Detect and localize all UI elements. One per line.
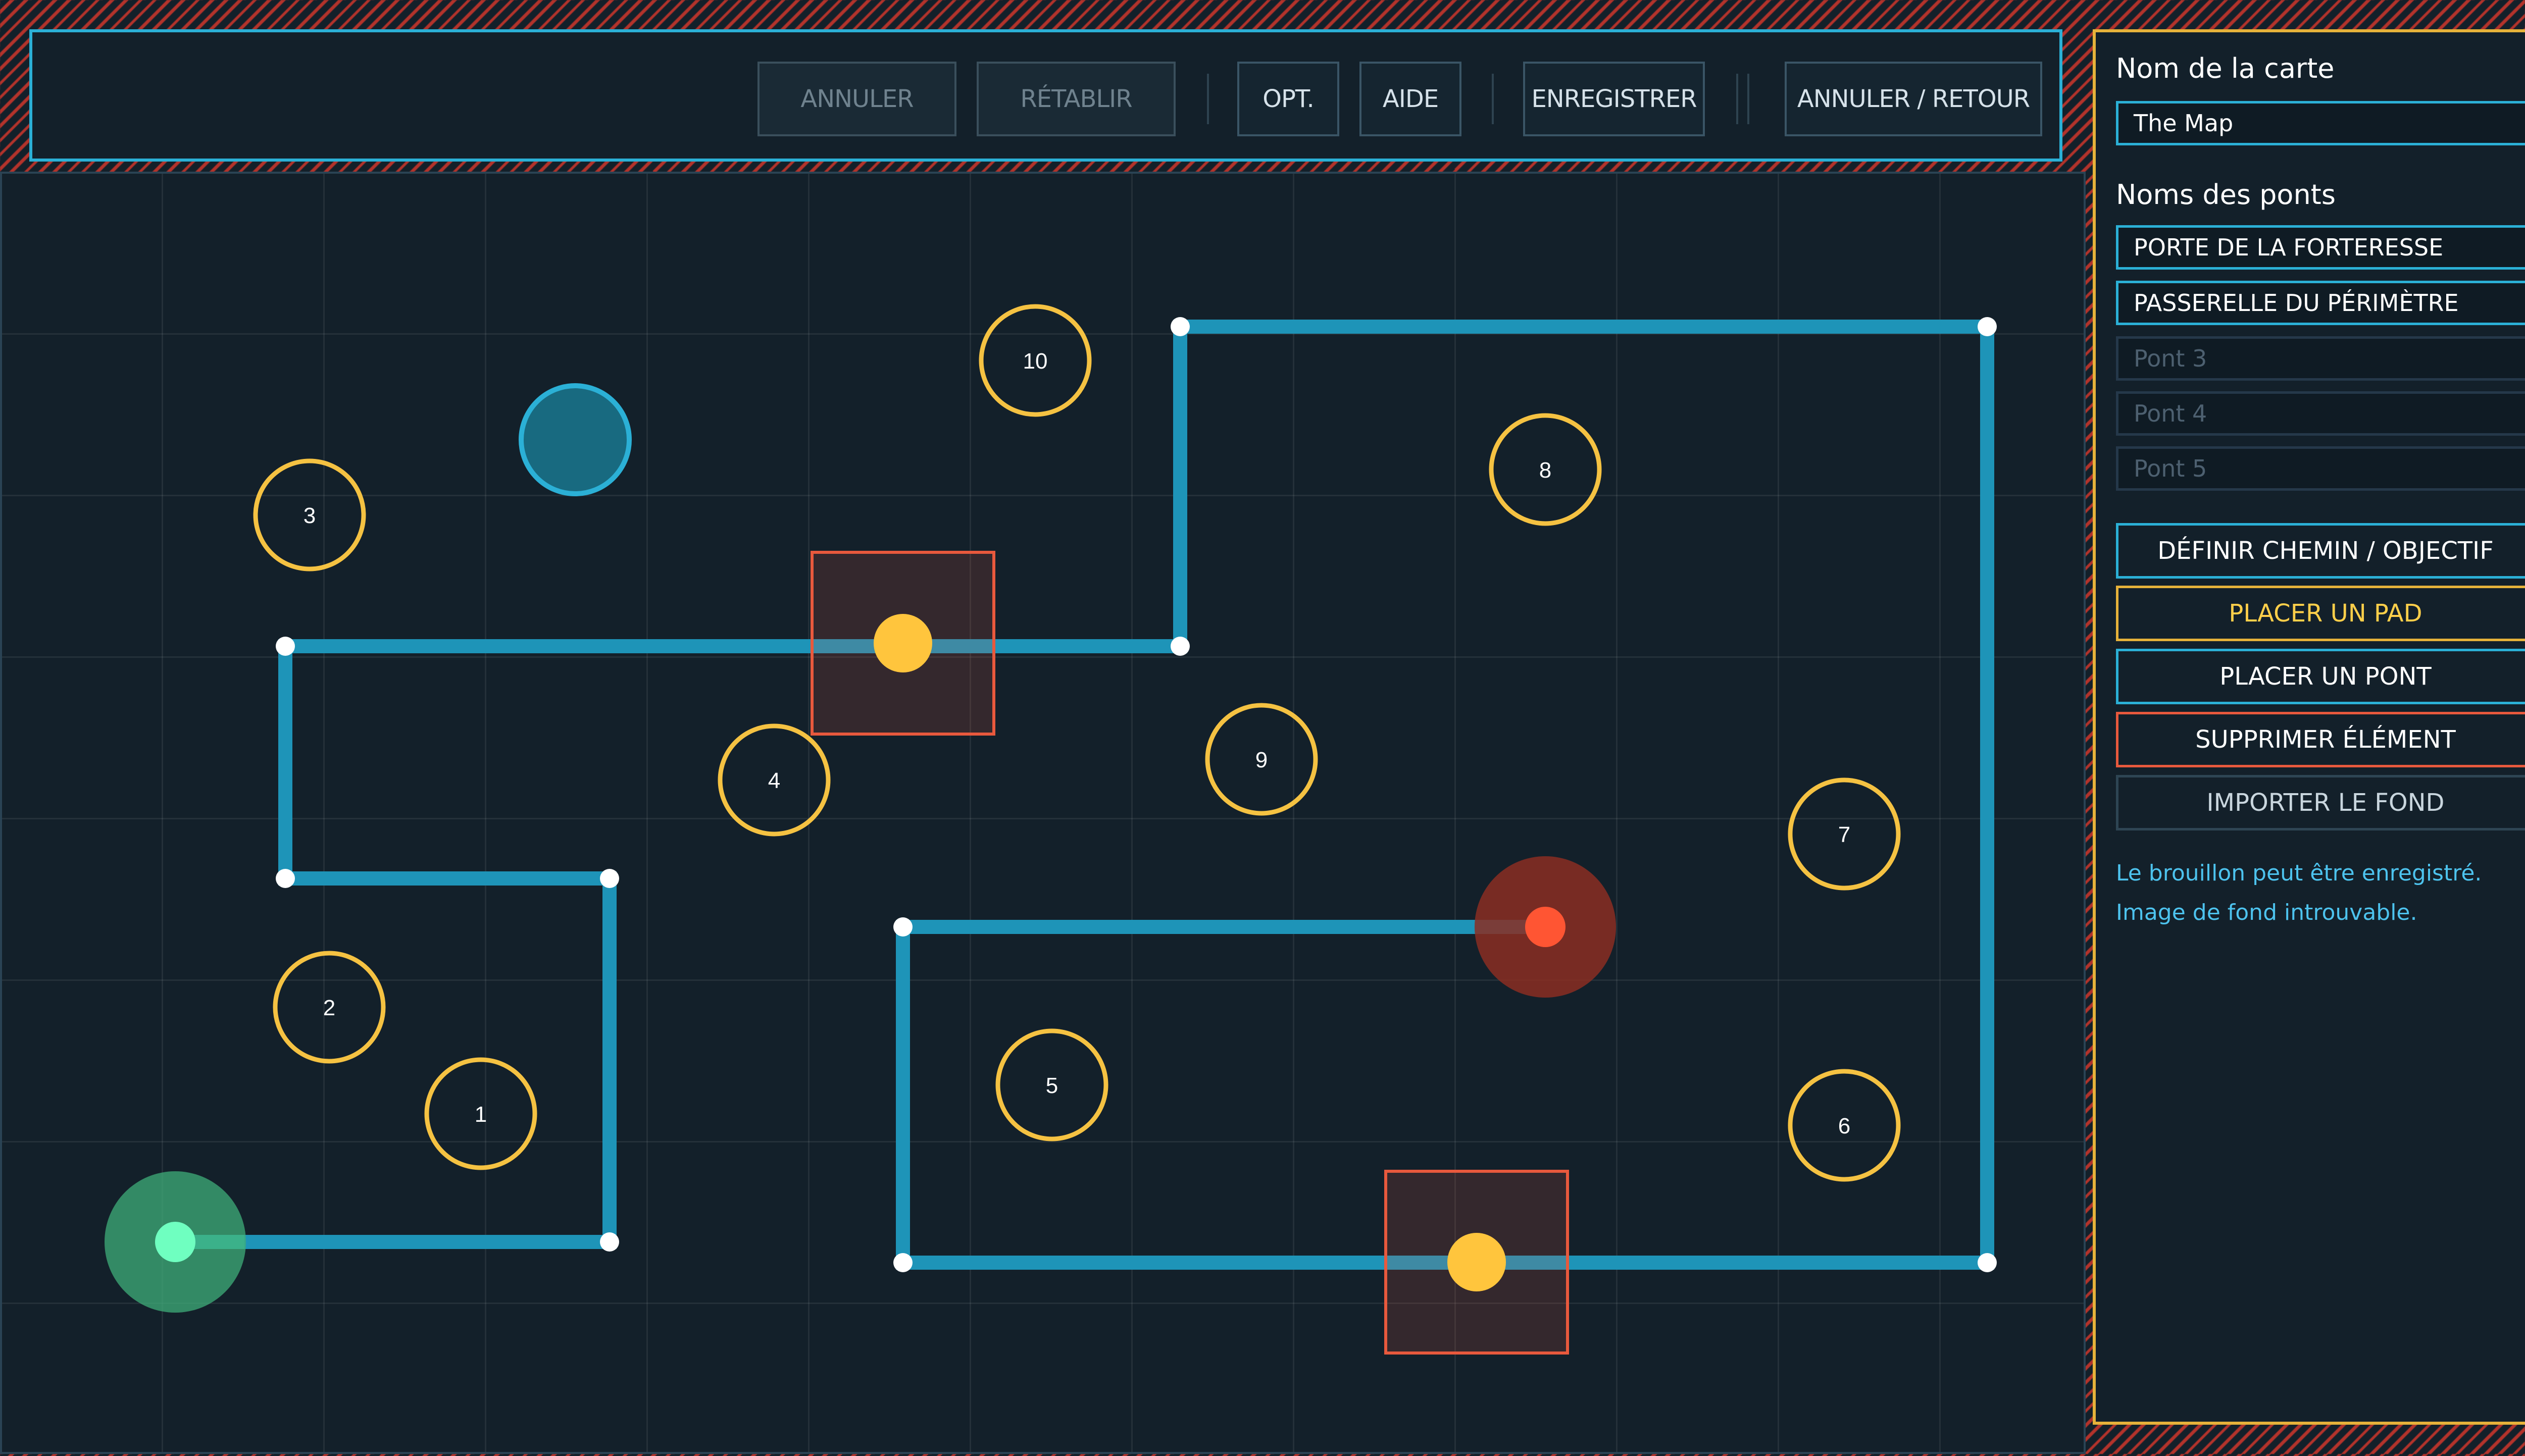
goal-marker[interactable] [1525,907,1566,947]
pad-label: 5 [1046,1073,1058,1098]
pad-label: 8 [1539,458,1551,483]
pad-label: 3 [304,503,316,528]
start-marker[interactable] [155,1222,195,1262]
map-layer: 1 2 3 4 5 6 7 8 9 10 [105,304,1997,1355]
help-button[interactable]: AIDE [1359,62,1461,136]
bridge-name-field-5[interactable]: Pont 5 [2116,446,2525,491]
path-vertex[interactable] [1171,637,1190,656]
pad-label: 9 [1255,748,1268,772]
pad-5[interactable]: 5 [995,1028,1108,1141]
pad-label: 7 [1838,822,1850,847]
place-bridge-button[interactable]: PLACER UN PONT [2116,649,2525,704]
pad-9[interactable]: 9 [1205,703,1318,816]
bridge-name-field-4[interactable]: Pont 4 [2116,391,2525,436]
toolbar: ANNULER RÉTABLIR OPT. AIDE ENREGISTRER A… [29,29,2062,162]
pad-2[interactable]: 2 [273,951,386,1064]
bridge-name-field-2[interactable]: PASSERELLE DU PÉRIMÈTRE [2116,281,2525,325]
map-name-label: Nom de la carte [2116,53,2335,84]
bridge-name-field-3[interactable]: Pont 3 [2116,336,2525,381]
bridge-1[interactable] [811,551,995,736]
toolbar-separator [1747,74,1749,124]
pad-8[interactable]: 8 [1489,413,1602,526]
pad-3[interactable]: 3 [253,458,366,571]
path-vertex[interactable] [276,869,295,888]
undo-button[interactable]: ANNULER [758,62,956,136]
toolbar-separator [1492,74,1494,124]
bridge-marker[interactable] [874,614,932,672]
pad-4[interactable]: 4 [718,723,831,837]
save-button[interactable]: ENREGISTRER [1523,62,1705,136]
cancel-back-button[interactable]: ANNULER / RETOUR [1785,62,2042,136]
pad-label: 4 [768,768,780,793]
pad-7[interactable]: 7 [1788,777,1901,891]
path-vertex[interactable] [276,637,295,656]
goal-point[interactable] [1475,856,1616,998]
bridge-name-field-1[interactable]: PORTE DE LA FORTERESSE [2116,225,2525,270]
map-name-field[interactable]: The Map [2116,101,2525,145]
pad-label: 6 [1838,1114,1850,1138]
pad-label: 1 [475,1102,487,1127]
toolbar-separator [1736,74,1738,124]
place-pad-button[interactable]: PLACER UN PAD [2116,586,2525,641]
path-vertex[interactable] [1978,1253,1997,1272]
pad-label: 2 [323,996,335,1020]
path-segments [175,320,1994,1270]
pads: 1 2 3 4 5 6 7 8 9 10 [253,304,1901,1182]
pad-10[interactable]: 10 [979,304,1092,417]
path-vertex[interactable] [893,917,913,937]
toolbar-separator [1207,74,1209,124]
bridge-marker[interactable] [1447,1233,1506,1291]
path-vertex[interactable] [1171,317,1190,336]
map-canvas[interactable]: 1 2 3 4 5 6 7 8 9 10 [0,172,2086,1454]
pad-1[interactable]: 1 [424,1057,537,1170]
editor-panel: Nom de la carte The Map Noms des ponts P… [2093,29,2525,1425]
path-vertex[interactable] [600,869,619,888]
pad-6[interactable]: 6 [1788,1069,1901,1182]
status-message-draft: Le brouillon peut être enregistré. [2116,860,2482,886]
bridge-names-label: Noms des ponts [2116,179,2336,211]
path-line[interactable] [175,320,1994,1270]
start-point[interactable] [105,1171,246,1313]
redo-button[interactable]: RÉTABLIR [977,62,1176,136]
path-vertex[interactable] [600,1232,619,1252]
define-path-button[interactable]: DÉFINIR CHEMIN / OBJECTIF [2116,523,2525,579]
pad-label: 10 [1023,349,1048,374]
options-button[interactable]: OPT. [1237,62,1339,136]
bridge-2[interactable] [1384,1170,1569,1355]
path-vertex[interactable] [893,1253,913,1272]
import-background-button[interactable]: IMPORTER LE FOND [2116,775,2525,830]
delete-element-button[interactable]: SUPPRIMER ÉLÉMENT [2116,712,2525,767]
status-message-background: Image de fond introuvable. [2116,900,2417,925]
path-vertex[interactable] [1978,317,1997,336]
token-marker[interactable] [519,383,632,496]
